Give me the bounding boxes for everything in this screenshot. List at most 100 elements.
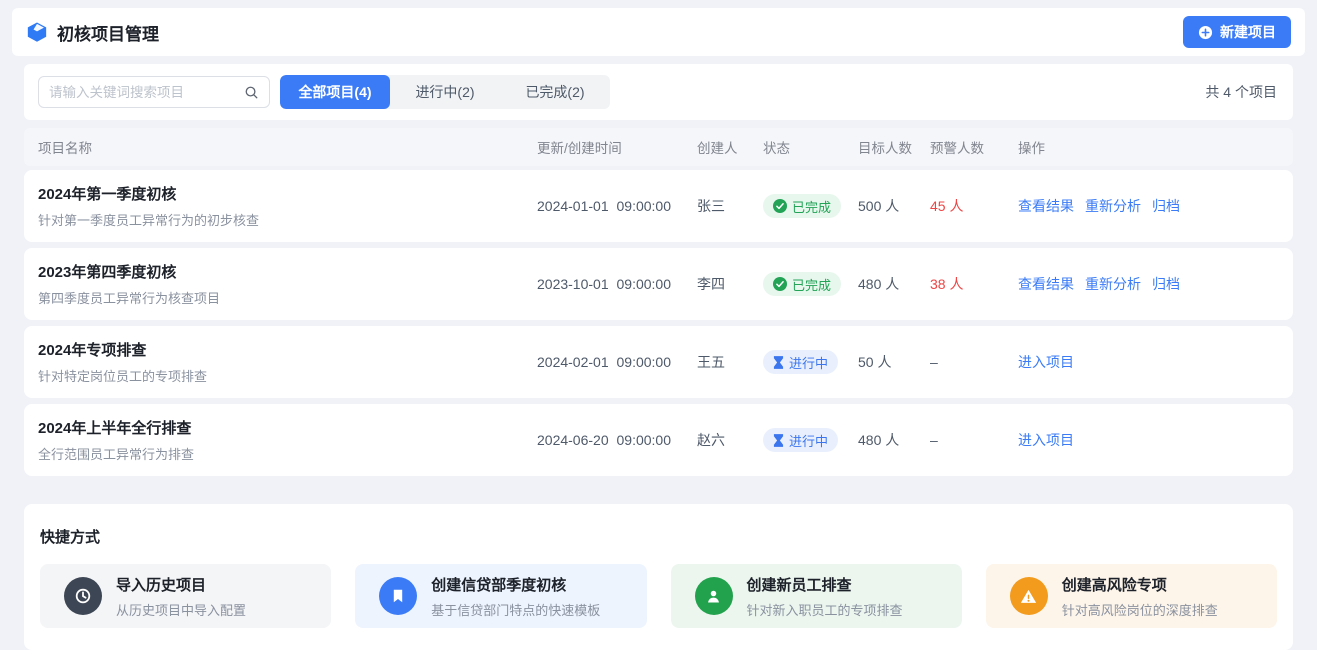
status-badge: 已完成 — [763, 272, 841, 296]
update-time: 2024-02-01 09:00:00 — [537, 354, 697, 370]
creator: 赵六 — [697, 430, 763, 450]
action-link-2[interactable]: 归档 — [1152, 196, 1180, 216]
column-header-6: 操作 — [1018, 137, 1293, 157]
tab-0[interactable]: 全部项目(4) — [280, 75, 390, 109]
plus-circle-icon — [1198, 25, 1213, 40]
project-name-cell: 2024年第一季度初核针对第一季度员工异常行为的初步核查 — [38, 183, 537, 229]
action-link-0[interactable]: 查看结果 — [1018, 274, 1074, 294]
status-label: 已完成 — [792, 197, 831, 216]
column-header-5: 预警人数 — [930, 137, 1018, 157]
action-link-0[interactable]: 进入项目 — [1018, 352, 1074, 372]
actions-cell: 查看结果重新分析归档 — [1018, 274, 1293, 294]
bookmark-icon — [379, 577, 417, 615]
creator: 王五 — [697, 352, 763, 372]
project-description: 针对第一季度员工异常行为的初步核查 — [38, 210, 537, 229]
project-title: 2024年上半年全行排查 — [38, 417, 537, 438]
table-row: 2024年专项排查针对特定岗位员工的专项排查2024-02-01 09:00:0… — [24, 326, 1293, 398]
table-row: 2023年第四季度初核第四季度员工异常行为核查项目2023-10-01 09:0… — [24, 248, 1293, 320]
table-row: 2024年第一季度初核针对第一季度员工异常行为的初步核查2024-01-01 0… — [24, 170, 1293, 242]
project-name-cell: 2023年第四季度初核第四季度员工异常行为核查项目 — [38, 261, 537, 307]
project-title: 2023年第四季度初核 — [38, 261, 537, 282]
shortcut-grid: 导入历史项目从历史项目中导入配置 创建信贷部季度初核基于信贷部门特点的快速模板 创建… — [40, 564, 1277, 628]
shortcut-title: 创建新员工排查 — [747, 574, 903, 595]
table-header: 项目名称更新/创建时间创建人状态目标人数预警人数操作 — [24, 128, 1293, 166]
shortcut-card-2[interactable]: 创建新员工排查针对新入职员工的专项排查 — [671, 564, 962, 628]
project-name-cell: 2024年专项排查针对特定岗位员工的专项排查 — [38, 339, 537, 385]
action-link-0[interactable]: 查看结果 — [1018, 196, 1074, 216]
project-description: 全行范围员工异常行为排查 — [38, 444, 537, 463]
status-cell: 已完成 — [763, 194, 858, 218]
shortcut-text: 导入历史项目从历史项目中导入配置 — [116, 574, 246, 619]
status-cell: 进行中 — [763, 428, 858, 452]
hourglass-icon — [773, 434, 784, 447]
project-description: 针对特定岗位员工的专项排查 — [38, 366, 537, 385]
shortcut-description: 针对新入职员工的专项排查 — [747, 600, 903, 619]
shortcut-title: 创建高风险专项 — [1062, 574, 1218, 595]
shortcut-description: 基于信贷部门特点的快速模板 — [431, 600, 600, 619]
status-label: 进行中 — [789, 353, 828, 372]
tab-2[interactable]: 已完成(2) — [500, 75, 610, 109]
hourglass-icon — [773, 356, 784, 369]
update-time: 2023-10-01 09:00:00 — [537, 276, 697, 292]
update-time: 2024-06-20 09:00:00 — [537, 432, 697, 448]
shortcut-text: 创建高风险专项针对高风险岗位的深度排查 — [1062, 574, 1218, 619]
target-count: 500 人 — [858, 196, 930, 216]
status-label: 进行中 — [789, 431, 828, 450]
column-header-0: 项目名称 — [38, 137, 537, 157]
shortcut-card-1[interactable]: 创建信贷部季度初核基于信贷部门特点的快速模板 — [355, 564, 646, 628]
new-project-button[interactable]: 新建项目 — [1183, 16, 1291, 48]
check-circle-icon — [773, 199, 787, 213]
shortcut-text: 创建新员工排查针对新入职员工的专项排查 — [747, 574, 903, 619]
project-table: 2024年第一季度初核针对第一季度员工异常行为的初步核查2024-01-01 0… — [24, 170, 1293, 476]
shortcut-description: 从历史项目中导入配置 — [116, 600, 246, 619]
title-bar: 初核项目管理 新建项目 — [12, 8, 1305, 56]
tab-bar: 全部项目(4)进行中(2)已完成(2) — [280, 75, 610, 109]
tab-1[interactable]: 进行中(2) — [390, 75, 500, 109]
target-count: 480 人 — [858, 430, 930, 450]
status-label: 已完成 — [792, 275, 831, 294]
creator: 张三 — [697, 196, 763, 216]
shortcut-title: 导入历史项目 — [116, 574, 246, 595]
actions-cell: 进入项目 — [1018, 352, 1293, 372]
search-icon — [244, 85, 259, 100]
shortcut-card-3[interactable]: 创建高风险专项针对高风险岗位的深度排查 — [986, 564, 1277, 628]
target-count: 50 人 — [858, 352, 930, 372]
action-link-2[interactable]: 归档 — [1152, 274, 1180, 294]
check-circle-icon — [773, 277, 787, 291]
user-icon — [695, 577, 733, 615]
project-title: 2024年第一季度初核 — [38, 183, 537, 204]
column-header-1: 更新/创建时间 — [537, 137, 697, 157]
status-cell: 已完成 — [763, 272, 858, 296]
status-badge: 进行中 — [763, 428, 838, 452]
warning-count: – — [930, 354, 1018, 370]
warning-icon — [1010, 577, 1048, 615]
shortcuts-section: 快捷方式 导入历史项目从历史项目中导入配置 创建信贷部季度初核基于信贷部门特点的快… — [24, 504, 1293, 650]
warning-count: 38 人 — [930, 274, 1018, 294]
search-box — [38, 76, 270, 108]
page-title: 初核项目管理 — [57, 20, 159, 45]
action-link-1[interactable]: 重新分析 — [1085, 196, 1141, 216]
target-count: 480 人 — [858, 274, 930, 294]
shortcuts-title: 快捷方式 — [40, 526, 1277, 547]
update-time: 2024-01-01 09:00:00 — [537, 198, 697, 214]
shortcut-card-0[interactable]: 导入历史项目从历史项目中导入配置 — [40, 564, 331, 628]
project-name-cell: 2024年上半年全行排查全行范围员工异常行为排查 — [38, 417, 537, 463]
search-input[interactable] — [49, 85, 244, 100]
project-title: 2024年专项排查 — [38, 339, 537, 360]
column-header-4: 目标人数 — [858, 137, 930, 157]
actions-cell: 查看结果重新分析归档 — [1018, 196, 1293, 216]
cube-icon — [26, 21, 48, 43]
warning-count: – — [930, 432, 1018, 448]
shortcut-text: 创建信贷部季度初核基于信贷部门特点的快速模板 — [431, 574, 600, 619]
project-management-page: 初核项目管理 新建项目 全部项目(4)进行中(2)已完成(2) 共 4 个项目 — [0, 0, 1317, 650]
project-description: 第四季度员工异常行为核查项目 — [38, 288, 537, 307]
creator: 李四 — [697, 274, 763, 294]
column-header-3: 状态 — [763, 137, 858, 157]
new-project-label: 新建项目 — [1220, 22, 1276, 42]
clock-icon — [64, 577, 102, 615]
status-badge: 已完成 — [763, 194, 841, 218]
title-bar-left: 初核项目管理 — [26, 20, 159, 45]
action-link-1[interactable]: 重新分析 — [1085, 274, 1141, 294]
action-link-0[interactable]: 进入项目 — [1018, 430, 1074, 450]
table-row: 2024年上半年全行排查全行范围员工异常行为排查2024-06-20 09:00… — [24, 404, 1293, 476]
